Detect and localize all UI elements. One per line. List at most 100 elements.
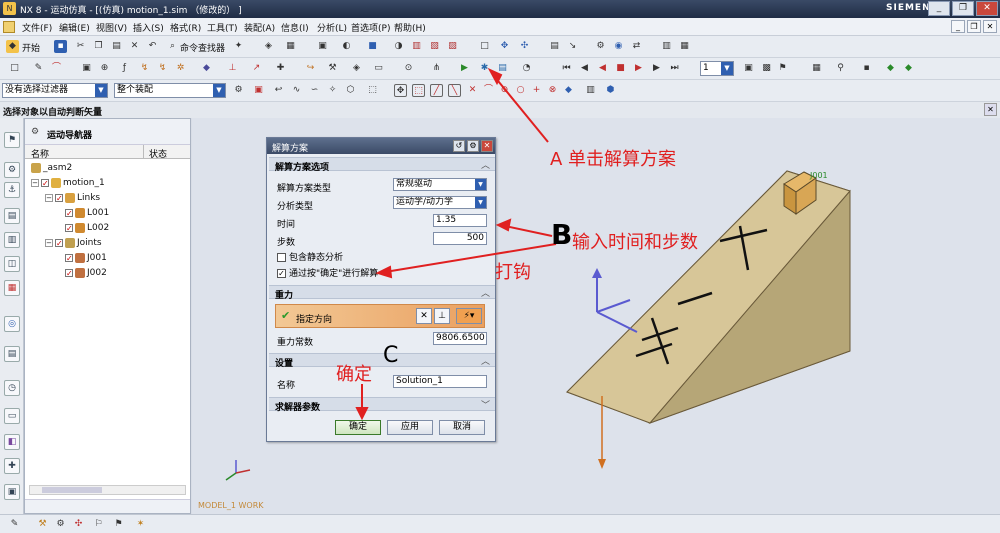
pan-icon[interactable]: ✣ bbox=[518, 40, 531, 53]
system-materials-icon[interactable]: ◧ bbox=[4, 434, 20, 450]
apply-button[interactable]: 应用 bbox=[387, 420, 433, 435]
roles-icon[interactable]: ▣ bbox=[4, 484, 20, 500]
curve-rule-icon[interactable]: ↩ bbox=[272, 84, 285, 97]
collapse-icon[interactable]: − bbox=[45, 238, 53, 247]
tool-icon-1[interactable]: ⚒ bbox=[36, 518, 49, 531]
tool-icon-3[interactable]: ✣ bbox=[72, 518, 85, 531]
link-icon[interactable]: ▣ bbox=[80, 62, 93, 75]
paste-icon[interactable]: ▤ bbox=[110, 40, 123, 53]
menu-file[interactable]: 文件(F) bbox=[22, 21, 52, 34]
face-icon[interactable]: ✧ bbox=[326, 84, 339, 97]
checkbox[interactable]: ✓ bbox=[65, 208, 73, 217]
clock-icon[interactable]: ◷ bbox=[4, 380, 20, 396]
hide-icon[interactable]: ▧ bbox=[428, 40, 441, 53]
menu-view[interactable]: 视图(V) bbox=[96, 21, 127, 34]
prev-frame-icon[interactable]: ◀ bbox=[578, 62, 591, 75]
intersection-icon[interactable]: ✕ bbox=[466, 84, 479, 97]
stop-icon[interactable]: ■ bbox=[614, 62, 627, 75]
assembly-scope-select[interactable]: 整个装配 ▼ bbox=[114, 83, 226, 98]
part-navigator-icon[interactable]: ▤ bbox=[4, 208, 20, 224]
tool-icon-5[interactable]: ⚑ bbox=[112, 518, 125, 531]
pin-icon[interactable]: ✎ bbox=[8, 518, 21, 531]
assembly-icon[interactable]: ⚙ bbox=[594, 40, 607, 53]
command-finder-icon[interactable]: ⌕ bbox=[166, 40, 179, 53]
contact-icon[interactable]: ◆ bbox=[200, 62, 213, 75]
packaging-icon[interactable]: ⊙ bbox=[402, 62, 415, 75]
collapse-icon[interactable]: − bbox=[45, 193, 53, 202]
specify-direction-row[interactable]: ✔ 指定方向 ✕ ⊥ ⚡▾ bbox=[275, 304, 485, 328]
assembly-navigator-icon[interactable]: ⚑ bbox=[4, 132, 20, 148]
new-icon[interactable]: □ bbox=[8, 62, 21, 75]
tree-node-j002[interactable]: ✓ J002 bbox=[65, 266, 107, 280]
copy-icon[interactable]: ❐ bbox=[92, 40, 105, 53]
force-icon[interactable]: ↗ bbox=[250, 62, 263, 75]
menu-assembly[interactable]: 装配(A) bbox=[244, 21, 275, 34]
export-icon[interactable]: ⚑ bbox=[776, 62, 789, 75]
capture-icon[interactable]: ▩ bbox=[760, 62, 773, 75]
delete-icon[interactable]: ✕ bbox=[128, 40, 141, 53]
first-frame-icon[interactable]: ⏮ bbox=[560, 62, 573, 75]
control-point-icon[interactable]: ╲ bbox=[448, 84, 461, 97]
box-select-icon[interactable]: ⬚ bbox=[366, 84, 379, 97]
torque-icon[interactable]: ✚ bbox=[274, 62, 287, 75]
reverse-direction-icon[interactable]: ✕ bbox=[416, 308, 432, 324]
menu-analysis[interactable]: 分析(L) bbox=[317, 21, 347, 34]
selection-filter-select[interactable]: 没有选择过滤器 ▼ bbox=[2, 83, 108, 98]
checkbox[interactable]: ✓ bbox=[65, 223, 73, 232]
section-solver-parameters[interactable]: 求解器参数 ﹀ bbox=[269, 397, 495, 413]
document-icon[interactable]: ▭ bbox=[4, 408, 20, 424]
view-icon[interactable]: ⚲ bbox=[834, 62, 847, 75]
quadrant-icon[interactable]: ⊕ bbox=[498, 84, 511, 97]
fit-icon[interactable]: ▣ bbox=[316, 40, 329, 53]
checkbox[interactable]: ✓ bbox=[55, 193, 63, 202]
tool-icon-6[interactable]: ✶ bbox=[134, 518, 147, 531]
palette-icon[interactable]: ▦ bbox=[4, 280, 20, 296]
scene-icon[interactable]: ◆ bbox=[902, 62, 915, 75]
constraint-icon[interactable]: ⇄ bbox=[630, 40, 643, 53]
wcs-icon[interactable]: □ bbox=[478, 40, 491, 53]
menu-format[interactable]: 格式(R) bbox=[170, 21, 201, 34]
render-icon[interactable]: ▪ bbox=[860, 62, 873, 75]
driver-icon[interactable]: ⚒ bbox=[326, 62, 339, 75]
reset-icon[interactable]: ↺ bbox=[453, 140, 465, 152]
tool-icon-4[interactable]: ⚐ bbox=[92, 518, 105, 531]
tree-node-motion[interactable]: − ✓ motion_1 bbox=[31, 176, 105, 190]
menu-help[interactable]: 帮助(H) bbox=[394, 21, 426, 34]
menu-tools[interactable]: 工具(T) bbox=[207, 21, 238, 34]
tangent-icon[interactable]: ∽ bbox=[308, 84, 321, 97]
menu-info[interactable]: 信息(I) bbox=[281, 21, 309, 34]
bushing-icon[interactable]: ✲ bbox=[174, 62, 187, 75]
tool-icon-2[interactable]: ⚙ bbox=[54, 518, 67, 531]
orient-icon[interactable]: ◐ bbox=[340, 40, 353, 53]
gravity-constant-input[interactable]: 9806.6500 bbox=[433, 332, 487, 345]
motion-navigator-icon[interactable]: ⚙ bbox=[4, 162, 20, 178]
section-gravity[interactable]: 重力 ︿ bbox=[269, 285, 495, 301]
checkbox[interactable]: ✓ bbox=[41, 178, 49, 187]
layer-icon[interactable]: ▦ bbox=[284, 40, 297, 53]
arc-center-icon[interactable]: ⌒ bbox=[482, 84, 495, 97]
ok-button[interactable]: 确定 bbox=[335, 420, 381, 435]
vector-type-dropdown[interactable]: ⚡▾ bbox=[456, 308, 482, 324]
joint-icon[interactable]: ⊕ bbox=[98, 62, 111, 75]
checkbox[interactable]: ✓ bbox=[65, 268, 73, 277]
start-icon[interactable]: ◆ bbox=[6, 40, 19, 53]
checkbox[interactable]: ✓ bbox=[65, 253, 73, 262]
select-all-icon[interactable]: ▣ bbox=[252, 84, 265, 97]
signal-icon[interactable]: ▭ bbox=[372, 62, 385, 75]
menu-insert[interactable]: 插入(S) bbox=[133, 21, 164, 34]
vector-dialog-icon[interactable]: ⊥ bbox=[434, 308, 450, 324]
last-frame-icon[interactable]: ⏭ bbox=[668, 62, 681, 75]
frame-select[interactable]: 1 ▼ bbox=[700, 61, 734, 76]
undo-icon[interactable]: ↶ bbox=[146, 40, 159, 53]
doc-close-button[interactable]: ✕ bbox=[983, 20, 997, 33]
select-icon[interactable]: ◈ bbox=[262, 40, 275, 53]
save-icon[interactable]: ▪ bbox=[54, 40, 67, 53]
history-icon[interactable]: ▤ bbox=[4, 346, 20, 362]
solution-name-input[interactable]: Solution_1 bbox=[393, 375, 487, 388]
function-icon[interactable]: ƒ bbox=[118, 62, 131, 75]
solution-icon[interactable]: ✱ bbox=[478, 62, 491, 75]
display-icon[interactable]: ◑ bbox=[392, 40, 405, 53]
mid-point-icon[interactable]: ╱ bbox=[430, 84, 443, 97]
tree-node-asm[interactable]: _asm2 bbox=[31, 161, 72, 175]
doc-restore-button[interactable]: ❐ bbox=[967, 20, 981, 33]
